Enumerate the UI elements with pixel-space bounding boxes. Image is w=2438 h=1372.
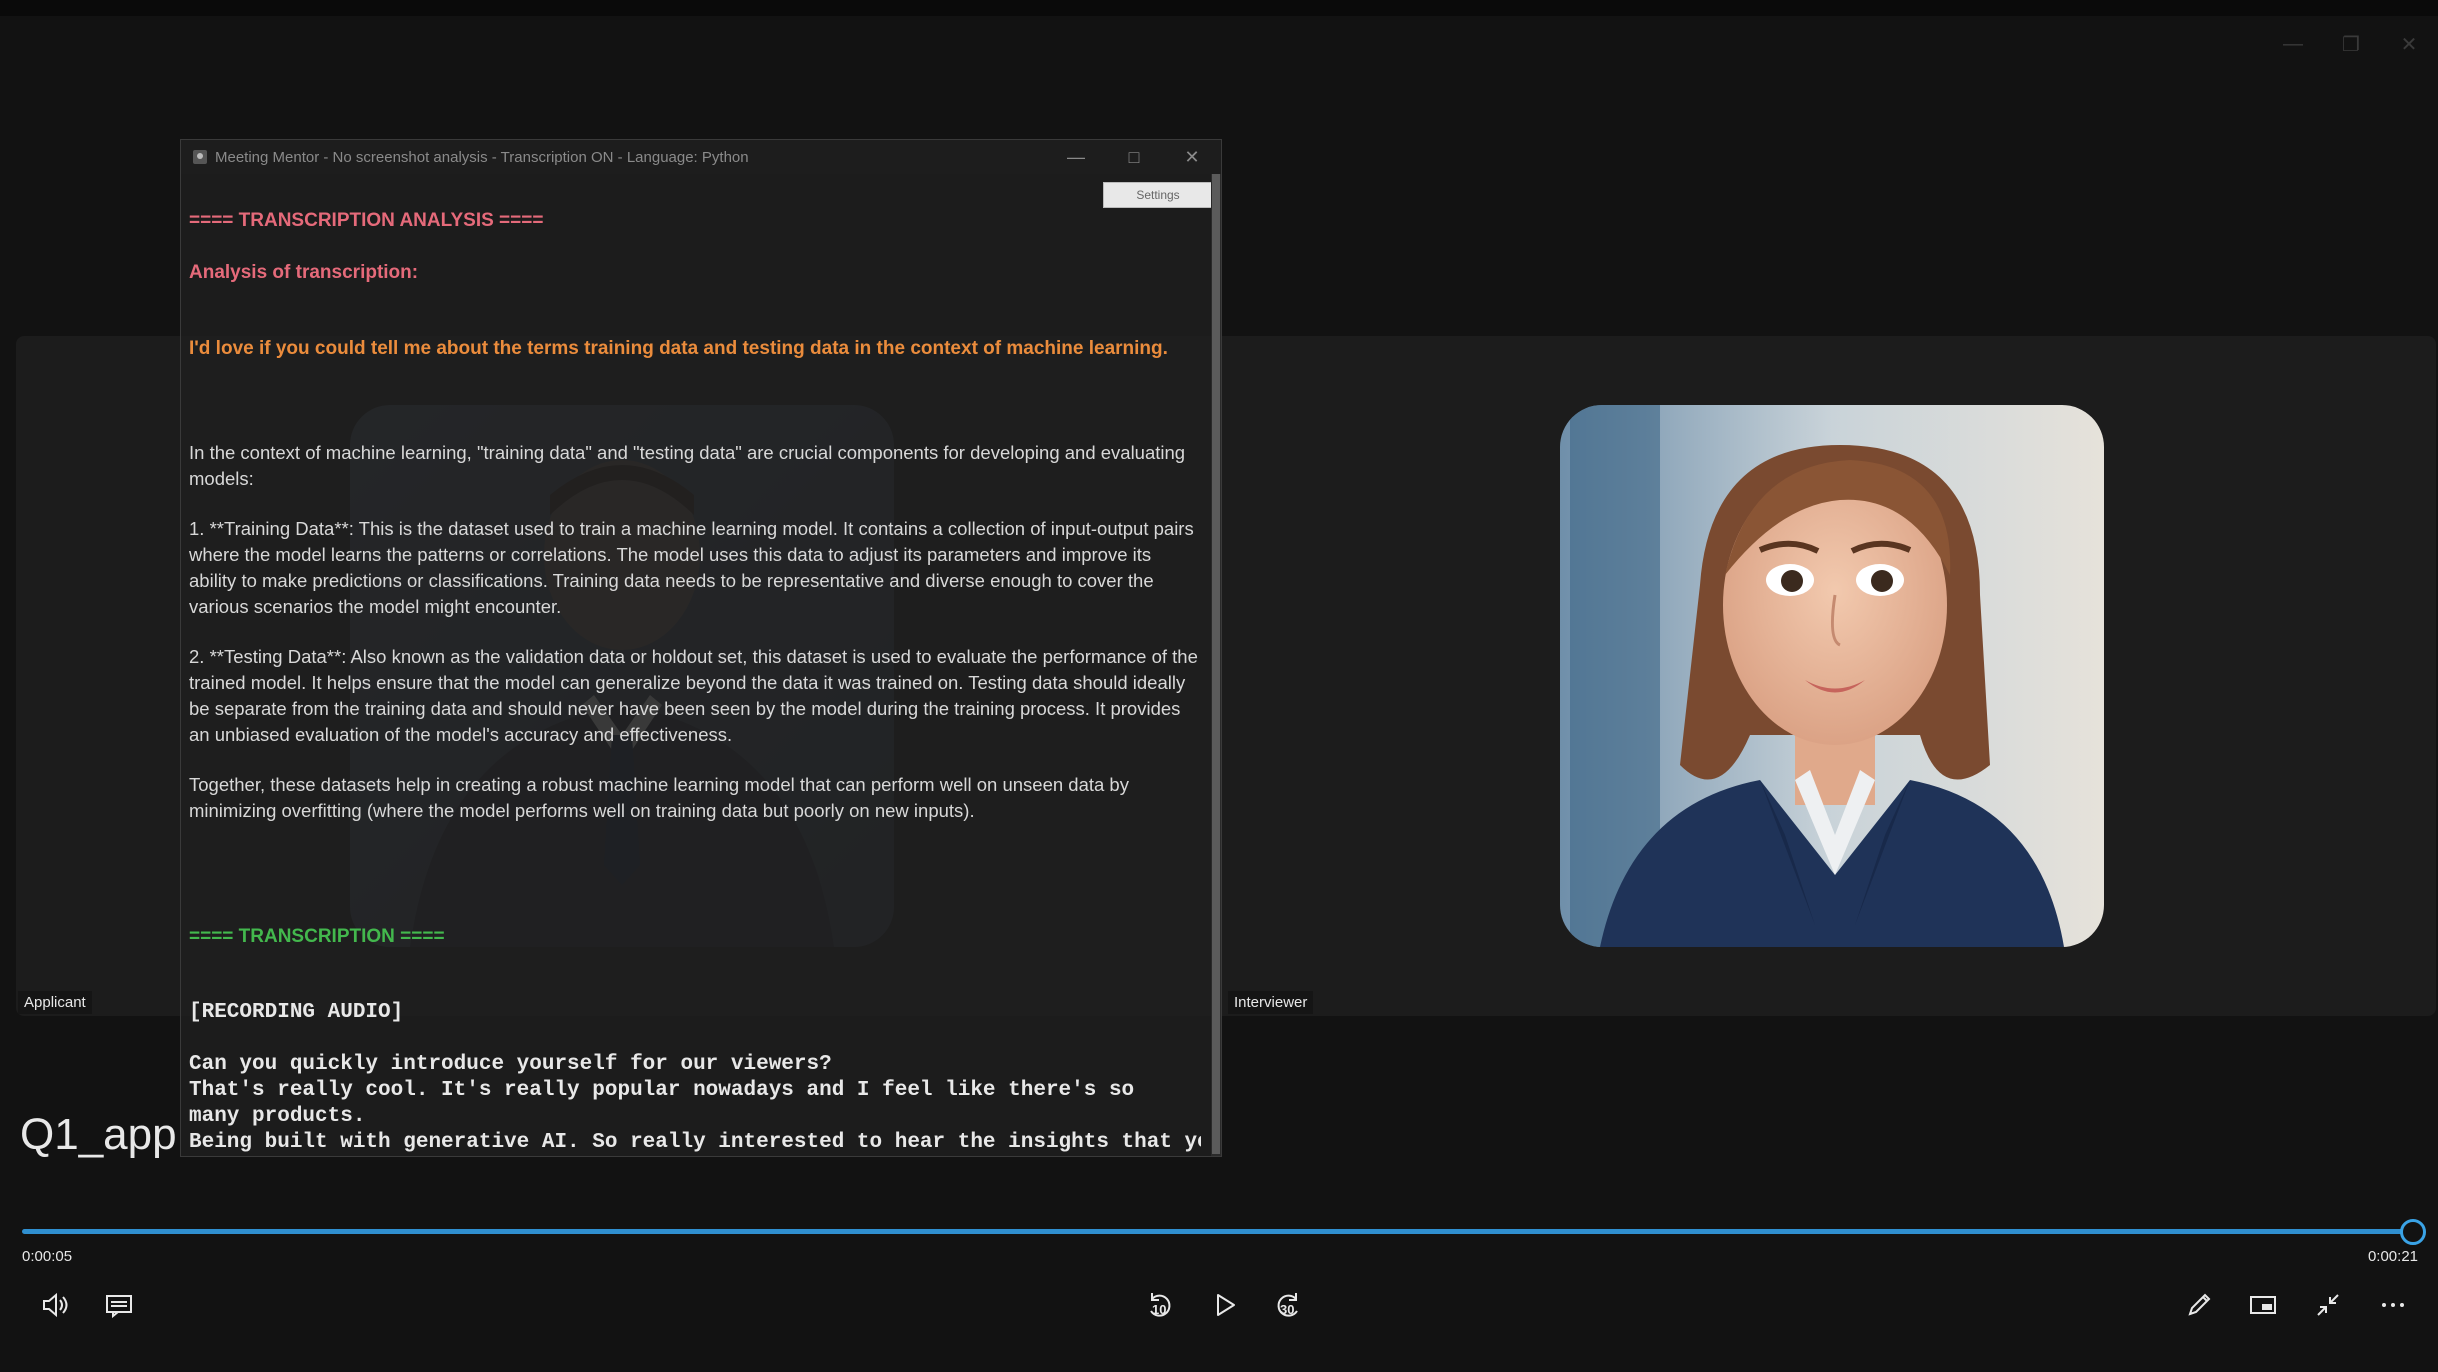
miniplayer-button[interactable] <box>2240 1282 2286 1328</box>
mentor-maximize-icon[interactable]: □ <box>1105 140 1163 174</box>
answer-point-2: 2. **Testing Data**: Also known as the v… <box>189 646 1198 745</box>
top-bar <box>0 0 2438 16</box>
scrollbar-thumb[interactable] <box>1212 174 1220 1154</box>
seek-handle[interactable] <box>2400 1219 2426 1245</box>
mentor-title-bar[interactable]: Meeting Mentor - No screenshot analysis … <box>181 140 1221 174</box>
minimize-icon[interactable]: — <box>2264 26 2322 62</box>
skip-forward-seconds: 30 <box>1280 1302 1295 1317</box>
player-window-controls: — ❐ ✕ <box>2264 26 2438 62</box>
settings-button[interactable]: Settings <box>1103 182 1213 208</box>
total-time: 0:00:21 <box>2367 1248 2418 1265</box>
mentor-close-icon[interactable]: ✕ <box>1163 140 1221 174</box>
analysis-header: ==== TRANSCRIPTION ANALYSIS ==== <box>189 210 544 231</box>
transcript-line: That's really cool. It's really popular … <box>189 1079 1135 1128</box>
play-icon <box>1217 1294 1235 1316</box>
restore-icon[interactable]: ❐ <box>2322 26 2380 62</box>
meeting-mentor-window[interactable]: Meeting Mentor - No screenshot analysis … <box>180 139 1222 1157</box>
recording-status: [RECORDING AUDIO] <box>189 1001 404 1024</box>
captions-icon <box>106 1295 132 1319</box>
edit-button[interactable] <box>2176 1282 2222 1328</box>
skip-back-seconds: 10 <box>1152 1302 1167 1317</box>
close-icon[interactable]: ✕ <box>2380 26 2438 62</box>
exit-fullscreen-button[interactable] <box>2305 1282 2351 1328</box>
answer-outro: Together, these datasets help in creatin… <box>189 774 1129 821</box>
transcription-header: ==== TRANSCRIPTION ==== <box>189 926 445 947</box>
current-time: 0:00:05 <box>22 1248 73 1265</box>
answer-point-1: 1. **Training Data**: This is the datase… <box>189 518 1194 617</box>
interviewer-label: Interviewer <box>1228 991 1314 1014</box>
interviewer-avatar <box>1560 405 2104 947</box>
answer-intro: In the context of machine learning, "tra… <box>189 442 1186 489</box>
volume-button[interactable] <box>32 1282 78 1328</box>
mentor-minimize-icon[interactable]: — <box>1047 140 1105 174</box>
detected-question: I'd love if you could tell me about the … <box>189 338 1168 359</box>
more-button[interactable] <box>2370 1282 2416 1328</box>
app-icon <box>193 150 207 164</box>
applicant-label: Applicant <box>18 991 92 1014</box>
miniplayer-icon <box>2250 1296 2276 1314</box>
video-title: Q1_app <box>20 1110 177 1159</box>
mentor-scrollbar[interactable] <box>1211 174 1221 1156</box>
transcript-line: Can you quickly introduce yourself for o… <box>189 1053 832 1076</box>
analysis-subheader: Analysis of transcription: <box>189 262 419 283</box>
exit-fullscreen-icon <box>2317 1294 2339 1316</box>
mentor-title-text: Meeting Mentor - No screenshot analysis … <box>215 148 749 166</box>
more-icon <box>2382 1303 2404 1307</box>
edit-icon <box>2188 1293 2211 1316</box>
volume-icon <box>43 1292 68 1318</box>
play-button[interactable] <box>1201 1282 1247 1328</box>
skip-back-button[interactable]: 10 <box>1136 1282 1182 1328</box>
skip-forward-button[interactable]: 30 <box>1266 1282 1312 1328</box>
transcript-line: Being built with generative AI. So reall… <box>189 1131 1201 1154</box>
seek-bar[interactable] <box>22 1229 2412 1234</box>
captions-button[interactable] <box>96 1282 142 1328</box>
